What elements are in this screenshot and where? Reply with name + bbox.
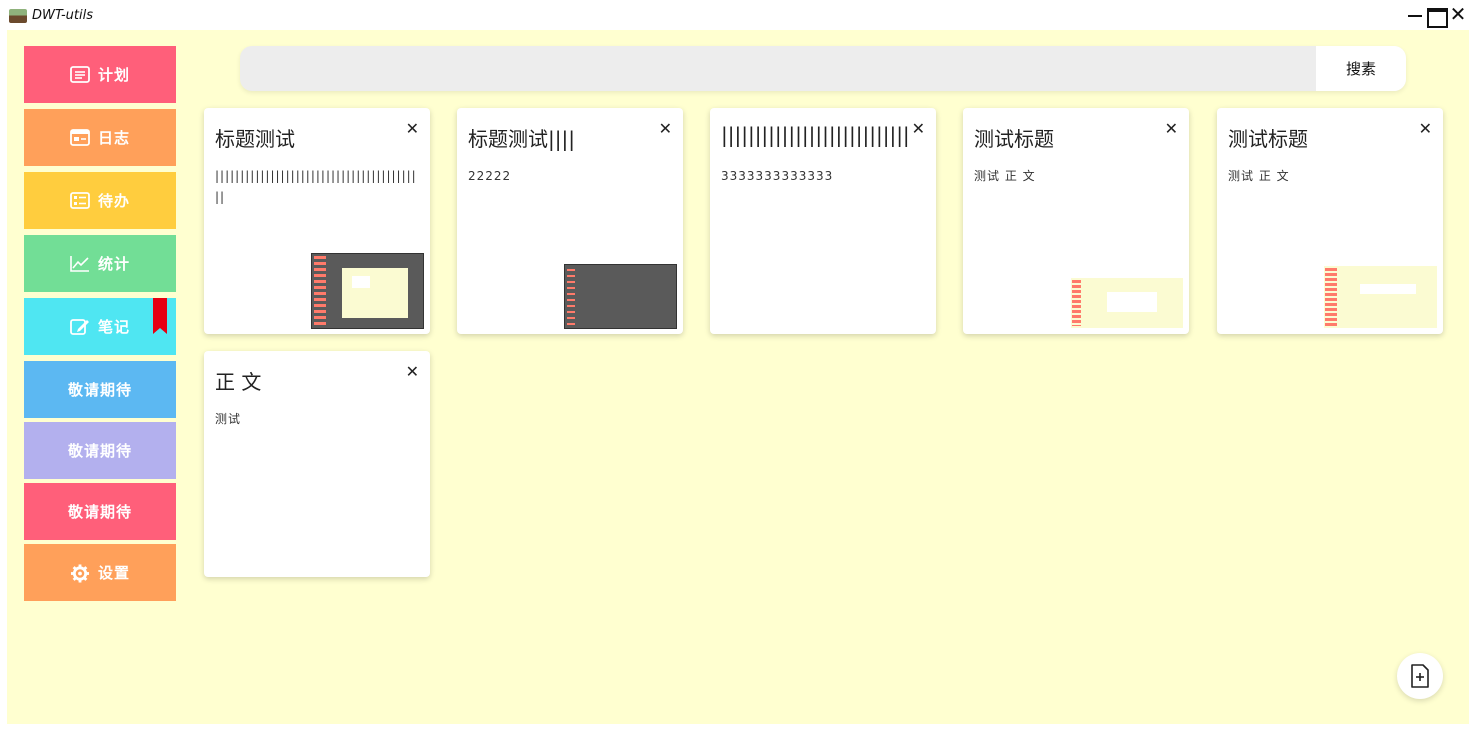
close-icon[interactable]: ✕: [406, 120, 419, 138]
line-chart-icon: [70, 255, 90, 272]
sidebar-item-label: 笔记: [97, 318, 130, 336]
sidebar-item-coming-soon-2[interactable]: 敬请期待: [24, 422, 176, 479]
sidebar-item-notes[interactable]: 笔记: [24, 298, 176, 355]
note-title: ||||||||||||||||||||||||||||: [721, 123, 910, 147]
gear-icon: [70, 564, 90, 583]
note-body: 3333333333333: [721, 169, 834, 183]
note-body: 22222: [468, 169, 512, 183]
calendar-card-icon: [70, 129, 90, 146]
close-icon[interactable]: ✕: [1165, 120, 1178, 138]
sidebar-item-label: 计划: [97, 66, 130, 84]
sidebar-item-label: 待办: [97, 192, 130, 210]
note-card[interactable]: 标题测试 ✕ |||||||||||||||||||||||||||||||||…: [204, 108, 430, 334]
note-card[interactable]: 正 文 ✕ 测试: [204, 351, 430, 577]
list-icon: [70, 66, 90, 83]
note-card[interactable]: 测试标题 ✕ 测试 正 文: [1217, 108, 1443, 334]
note-body: 测试: [215, 412, 242, 426]
search-bar: 搜素: [240, 46, 1406, 91]
note-card[interactable]: |||||||||||||||||||||||||||| ✕ 333333333…: [710, 108, 936, 334]
main-area: 计划 日志 待办 统计 笔记 敬请期待 敬请期待 敬请期待 设置 搜素 标题测试…: [7, 30, 1469, 724]
add-note-button[interactable]: [1397, 653, 1443, 699]
add-file-icon: [1411, 664, 1429, 688]
close-icon[interactable]: ✕: [406, 363, 419, 381]
sidebar-item-log[interactable]: 日志: [24, 109, 176, 166]
sidebar-item-settings[interactable]: 设置: [24, 544, 176, 601]
sidebar-item-todo[interactable]: 待办: [24, 172, 176, 229]
note-thumbnail: [311, 253, 424, 329]
note-body: 测试 正 文: [1228, 169, 1290, 183]
note-title: 标题测试: [215, 127, 295, 151]
sidebar-item-stats[interactable]: 统计: [24, 235, 176, 292]
maximize-icon[interactable]: [1426, 4, 1448, 28]
sidebar-item-label: 设置: [97, 564, 130, 582]
note-card[interactable]: 标题测试|||| ✕ 22222: [457, 108, 683, 334]
note-thumbnail: [1071, 278, 1183, 328]
active-bookmark-icon: [153, 298, 167, 334]
sidebar-item-coming-soon-3[interactable]: 敬请期待: [24, 483, 176, 540]
note-card[interactable]: 测试标题 ✕ 测试 正 文: [963, 108, 1189, 334]
sidebar-item-plan[interactable]: 计划: [24, 46, 176, 103]
sidebar-item-label: 敬请期待: [67, 442, 132, 460]
window-title: DWT-utils: [32, 8, 93, 23]
sidebar-item-label: 日志: [97, 129, 130, 147]
note-title: 标题测试||||: [468, 127, 575, 151]
note-body: ||||||||||||||||||||||||||||||||||||||||…: [215, 169, 417, 204]
minimize-icon[interactable]: [1406, 4, 1426, 24]
note-title: 测试标题: [974, 127, 1054, 151]
title-bar: DWT-utils ✕: [0, 0, 1476, 30]
sidebar-item-coming-soon-1[interactable]: 敬请期待: [24, 361, 176, 418]
edit-icon: [70, 318, 90, 335]
note-title: 正 文: [215, 370, 262, 394]
checklist-icon: [70, 192, 90, 209]
note-thumbnail: [1324, 266, 1437, 328]
sidebar-item-label: 敬请期待: [67, 381, 132, 399]
close-icon[interactable]: ✕: [1448, 4, 1468, 24]
sidebar-item-label: 统计: [97, 255, 130, 273]
close-icon[interactable]: ✕: [659, 120, 672, 138]
search-input[interactable]: [240, 46, 1316, 91]
note-body: 测试 正 文: [974, 169, 1036, 183]
search-button[interactable]: 搜素: [1316, 46, 1406, 91]
close-icon[interactable]: ✕: [1419, 120, 1432, 138]
sidebar-item-label: 敬请期待: [67, 503, 132, 521]
note-thumbnail: [564, 264, 677, 329]
note-title: 测试标题: [1228, 127, 1308, 151]
close-icon[interactable]: ✕: [912, 120, 925, 138]
app-logo-icon: [9, 9, 27, 23]
